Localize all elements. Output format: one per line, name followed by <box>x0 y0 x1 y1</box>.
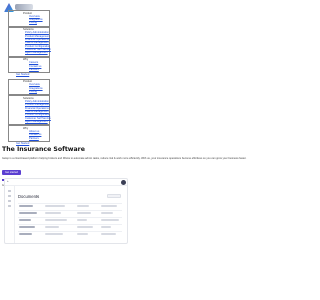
avatar <box>121 180 126 185</box>
menu-link[interactable]: Partners <box>9 137 49 140</box>
table-cell <box>77 233 88 235</box>
menu-group-why: Why Careers Contact us Partners <box>8 56 50 74</box>
menu-group-solutions-2: Solutions Policy Administration Product … <box>8 95 51 126</box>
menu-group-product: Product Overview Integrations Pricing <box>8 10 50 27</box>
menu-link[interactable]: Agent Management <box>9 51 49 54</box>
table-row <box>18 231 122 232</box>
table-row <box>18 203 122 204</box>
menu-group-product-2: Product Overview Integrations Pricing <box>8 78 50 96</box>
table-cell <box>101 233 116 235</box>
table-cell <box>77 212 91 214</box>
table-cell <box>45 226 59 228</box>
table-cell <box>77 205 89 207</box>
table-cell <box>77 226 93 228</box>
hero-description: Getsp is a cloud-based platform helping … <box>2 157 247 160</box>
get-started-button[interactable]: Get started <box>2 170 21 175</box>
table-cell <box>19 212 37 214</box>
table-cell <box>19 219 31 221</box>
get-started-link[interactable]: Get Started <box>2 142 52 145</box>
menu-link[interactable]: Partners <box>9 68 49 71</box>
table-row <box>18 217 122 218</box>
table-cell <box>101 205 117 207</box>
table-cell <box>19 233 32 235</box>
table-cell <box>101 219 119 221</box>
table-cell <box>19 226 35 228</box>
chevron-down-icon: ⌄ <box>36 194 39 198</box>
menu-group-why-2: Why About us Contact us Partners <box>8 125 50 142</box>
filter-control <box>107 194 121 198</box>
table-cell <box>101 226 111 228</box>
hero-title: The Insurance Software <box>2 146 85 153</box>
table-cell <box>45 205 65 207</box>
app-topbar: + <box>5 179 127 186</box>
table-cell <box>45 233 63 235</box>
plus-icon: + <box>7 179 9 183</box>
table-row <box>18 224 122 225</box>
table-cell <box>19 205 33 207</box>
main-menu: Product Overview Integrations Pricing So… <box>2 10 52 145</box>
menu-link[interactable]: Agent Management <box>9 120 49 123</box>
table-cell <box>77 219 87 221</box>
menu-group-solutions: Solutions Policy Administration Product … <box>8 26 51 57</box>
table-cell <box>45 212 61 214</box>
app-screenshot: + Documents ⌄ <box>4 178 128 244</box>
table-cell <box>45 219 67 221</box>
menu-link[interactable]: Pricing <box>9 90 49 93</box>
table-row <box>18 210 122 211</box>
table-cell <box>101 212 113 214</box>
sidebar-icon <box>8 195 11 197</box>
app-sidebar <box>5 186 15 243</box>
sidebar-icon <box>8 190 11 192</box>
menu-link[interactable]: Pricing <box>9 21 49 24</box>
sidebar-icon <box>8 205 11 207</box>
sidebar-icon <box>8 200 11 202</box>
